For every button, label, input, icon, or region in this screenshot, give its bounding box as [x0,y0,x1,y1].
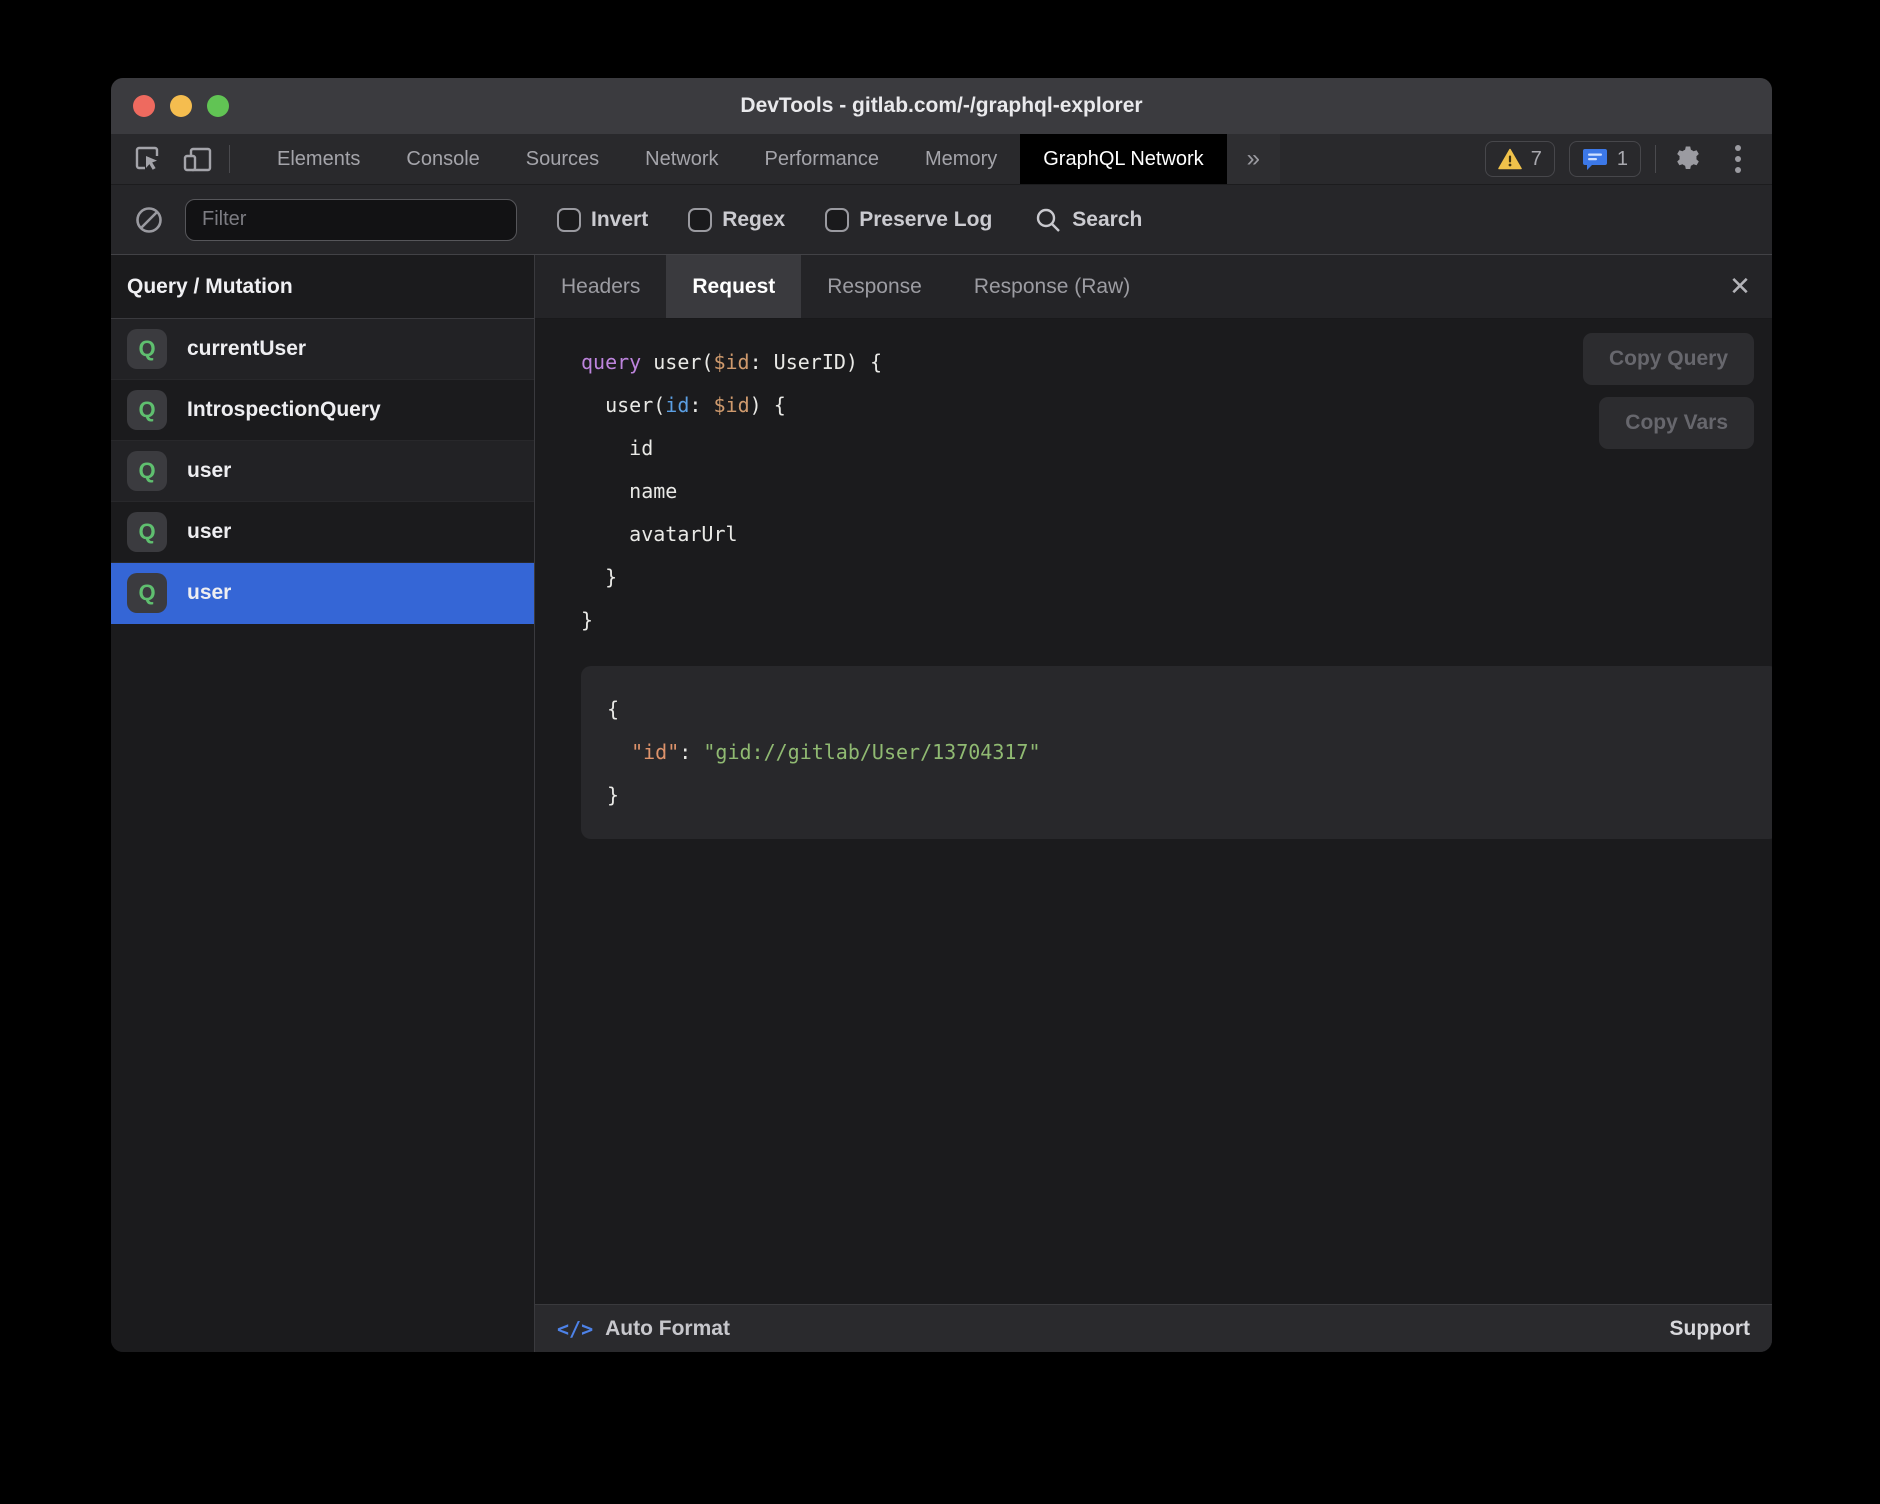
tab-response-raw[interactable]: Response (Raw) [948,255,1156,318]
invert-label: Invert [591,208,648,232]
preserve-log-label: Preserve Log [859,208,992,232]
warnings-count: 7 [1531,148,1542,171]
query-type-badge: Q [127,390,167,430]
issues-badge[interactable]: 1 [1569,141,1641,177]
warning-triangle-icon [1498,148,1522,170]
query-list-panel: Query / Mutation Q currentUser Q Introsp… [111,255,535,1352]
toolbar-divider [229,145,230,173]
filter-bar: Invert Regex Preserve Log Search [111,184,1772,254]
main-content: Query / Mutation Q currentUser Q Introsp… [111,254,1772,1352]
tab-sources[interactable]: Sources [503,134,622,184]
auto-format-control[interactable]: </> Auto Format [557,1317,730,1341]
query-type-badge: Q [127,451,167,491]
query-list-item-introspectionquery[interactable]: Q IntrospectionQuery [111,380,534,441]
tab-memory[interactable]: Memory [902,134,1020,184]
detail-footer: </> Auto Format Support [535,1304,1772,1352]
toolbar-right-divider [1655,145,1656,173]
request-detail-panel: Headers Request Response Response (Raw) … [535,255,1772,1352]
traffic-lights [133,95,229,117]
message-bubble-icon [1582,147,1608,171]
panel-tabs: Elements Console Sources Network Perform… [254,134,1280,184]
preserve-log-checkbox[interactable] [825,208,849,232]
minimize-window-button[interactable] [170,95,192,117]
devtools-toolbar: Elements Console Sources Network Perform… [111,134,1772,184]
query-variables-box: { "id": "gid://gitlab/User/13704317"} [581,666,1772,839]
toolbar-left-icons [111,134,244,184]
devtools-window: DevTools - gitlab.com/-/graphql-explorer… [111,78,1772,1352]
query-list-item-currentuser[interactable]: Q currentUser [111,319,534,380]
regex-label: Regex [722,208,785,232]
copy-query-button[interactable]: Copy Query [1583,333,1754,385]
tab-response[interactable]: Response [801,255,948,318]
code-format-icon: </> [557,1317,593,1341]
request-tab-body: query user($id: UserID) { user(id: $id) … [535,319,1772,1304]
preserve-log-checkbox-group[interactable]: Preserve Log [825,208,992,232]
query-list-item-user-1[interactable]: Q user [111,441,534,502]
settings-gear-icon[interactable] [1670,141,1706,177]
titlebar: DevTools - gitlab.com/-/graphql-explorer [111,78,1772,134]
close-detail-icon[interactable]: ✕ [1708,255,1772,318]
filter-input[interactable] [185,199,517,241]
more-tabs-chevron-icon[interactable]: » [1227,134,1280,184]
tab-graphql-network[interactable]: GraphQL Network [1020,134,1226,184]
tab-console[interactable]: Console [383,134,502,184]
tab-request[interactable]: Request [666,255,801,318]
auto-format-label: Auto Format [605,1317,730,1341]
window-title: DevTools - gitlab.com/-/graphql-explorer [111,94,1772,118]
query-list-item-user-2[interactable]: Q user [111,502,534,563]
detail-tabs: Headers Request Response Response (Raw) … [535,255,1772,319]
tab-performance[interactable]: Performance [742,134,903,184]
regex-checkbox-group[interactable]: Regex [688,208,785,232]
copy-buttons: Copy Query Copy Vars [1583,333,1754,449]
query-type-badge: Q [127,512,167,552]
tab-headers[interactable]: Headers [535,255,666,318]
invert-checkbox[interactable] [557,208,581,232]
support-link[interactable]: Support [1670,1317,1750,1341]
query-type-badge: Q [127,573,167,613]
search-control[interactable]: Search [1034,206,1142,234]
search-label: Search [1072,208,1142,232]
tab-elements[interactable]: Elements [254,134,383,184]
query-list-header: Query / Mutation [111,255,534,319]
search-icon [1034,206,1062,234]
block-requests-icon[interactable] [131,202,167,238]
issues-count: 1 [1617,148,1628,171]
kebab-menu-icon[interactable] [1720,141,1756,177]
copy-vars-button[interactable]: Copy Vars [1599,397,1754,449]
query-list-item-user-3-selected[interactable]: Q user [111,563,534,624]
zoom-window-button[interactable] [207,95,229,117]
toolbar-right: 7 1 [1485,134,1772,184]
invert-checkbox-group[interactable]: Invert [557,208,648,232]
query-type-badge: Q [127,329,167,369]
regex-checkbox[interactable] [688,208,712,232]
close-window-button[interactable] [133,95,155,117]
inspect-element-icon[interactable] [129,141,165,177]
device-toolbar-icon[interactable] [179,141,215,177]
tab-network[interactable]: Network [622,134,741,184]
warnings-badge[interactable]: 7 [1485,141,1555,177]
